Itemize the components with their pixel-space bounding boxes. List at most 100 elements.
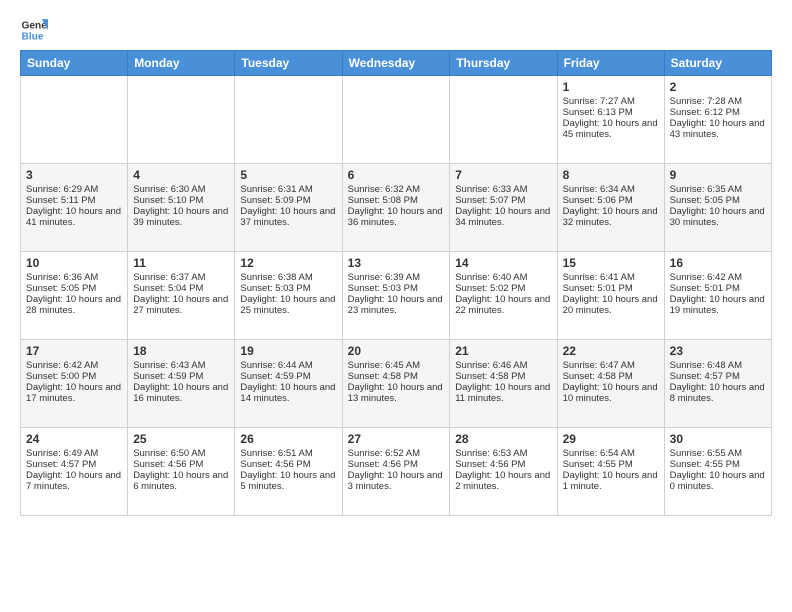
day-info: Sunrise: 6:54 AM	[563, 448, 659, 459]
day-info: Daylight: 10 hours and 39 minutes.	[133, 206, 229, 228]
day-info: Sunrise: 6:30 AM	[133, 184, 229, 195]
calendar-cell: 20Sunrise: 6:45 AMSunset: 4:58 PMDayligh…	[342, 340, 450, 428]
day-info: Sunset: 4:55 PM	[670, 459, 766, 470]
day-info: Sunset: 5:00 PM	[26, 371, 122, 382]
day-info: Sunset: 6:13 PM	[563, 107, 659, 118]
day-number: 29	[563, 432, 659, 446]
day-number: 3	[26, 168, 122, 182]
day-info: Sunrise: 6:36 AM	[26, 272, 122, 283]
calendar-cell: 30 Sunrise: 6:55 AMSunset: 4:55 PMDayligh…	[664, 428, 771, 516]
day-info: Sunrise: 6:38 AM	[240, 272, 336, 283]
day-info: Daylight: 10 hours and 8 minutes.	[670, 382, 766, 404]
day-info: Sunset: 5:11 PM	[26, 195, 122, 206]
calendar-cell	[235, 76, 342, 164]
day-number: 8	[563, 168, 659, 182]
calendar-cell: 18Sunrise: 6:43 AMSunset: 4:59 PMDayligh…	[128, 340, 235, 428]
day-info: Sunset: 4:59 PM	[240, 371, 336, 382]
calendar-cell: 22Sunrise: 6:47 AMSunset: 4:58 PMDayligh…	[557, 340, 664, 428]
calendar-cell: 25Sunrise: 6:50 AMSunset: 4:56 PMDayligh…	[128, 428, 235, 516]
calendar-cell: 28Sunrise: 6:53 AMSunset: 4:56 PMDayligh…	[450, 428, 557, 516]
calendar-cell: 29Sunrise: 6:54 AMSunset: 4:55 PMDayligh…	[557, 428, 664, 516]
calendar-cell: 2Sunrise: 7:28 AMSunset: 6:12 PMDaylight…	[664, 76, 771, 164]
day-info: Sunrise: 6:43 AM	[133, 360, 229, 371]
day-info: Sunset: 4:57 PM	[670, 371, 766, 382]
day-info: Sunset: 5:05 PM	[670, 195, 766, 206]
calendar-cell: 26Sunrise: 6:51 AMSunset: 4:56 PMDayligh…	[235, 428, 342, 516]
day-info: Sunrise: 6:42 AM	[26, 360, 122, 371]
calendar-cell: 15 Sunrise: 6:41 AMSunset: 5:01 PMDayligh…	[557, 252, 664, 340]
day-info: Sunrise: 6:51 AM	[240, 448, 336, 459]
weekday-header-sunday: Sunday	[21, 51, 128, 76]
calendar-cell: 10Sunrise: 6:36 AMSunset: 5:05 PMDayligh…	[21, 252, 128, 340]
day-info: Daylight: 10 hours and 6 minutes.	[133, 470, 229, 492]
weekday-header-saturday: Saturday	[664, 51, 771, 76]
day-info: Daylight: 10 hours and 28 minutes.	[26, 294, 122, 316]
day-info: Daylight: 10 hours and 20 minutes.	[563, 294, 659, 316]
day-number: 19	[240, 344, 336, 358]
day-info: Sunset: 4:59 PM	[133, 371, 229, 382]
day-number: 28	[455, 432, 551, 446]
day-info: Daylight: 10 hours and 30 minutes.	[670, 206, 766, 228]
day-number: 1	[563, 80, 659, 94]
day-number: 2	[670, 80, 766, 94]
day-info: Sunrise: 6:45 AM	[348, 360, 445, 371]
day-info: Daylight: 10 hours and 37 minutes.	[240, 206, 336, 228]
day-number: 7	[455, 168, 551, 182]
day-info: Sunrise: 6:44 AM	[240, 360, 336, 371]
day-info: Daylight: 10 hours and 34 minutes.	[455, 206, 551, 228]
calendar-cell: 16Sunrise: 6:42 AMSunset: 5:01 PMDayligh…	[664, 252, 771, 340]
day-info: Daylight: 10 hours and 10 minutes.	[563, 382, 659, 404]
day-info: Sunset: 4:58 PM	[563, 371, 659, 382]
calendar-cell: 1Sunrise: 7:27 AMSunset: 6:13 PMDaylight…	[557, 76, 664, 164]
calendar-cell: 12Sunrise: 6:38 AMSunset: 5:03 PMDayligh…	[235, 252, 342, 340]
day-info: Sunrise: 6:53 AM	[455, 448, 551, 459]
calendar-cell	[21, 76, 128, 164]
calendar-cell	[450, 76, 557, 164]
calendar-cell: 3Sunrise: 6:29 AMSunset: 5:11 PMDaylight…	[21, 164, 128, 252]
day-info: Daylight: 10 hours and 25 minutes.	[240, 294, 336, 316]
day-number: 24	[26, 432, 122, 446]
day-info: Sunset: 5:05 PM	[26, 283, 122, 294]
day-info: Sunrise: 6:47 AM	[563, 360, 659, 371]
day-info: Sunset: 5:01 PM	[670, 283, 766, 294]
day-info: Sunrise: 6:34 AM	[563, 184, 659, 195]
day-info: Daylight: 10 hours and 36 minutes.	[348, 206, 445, 228]
day-info: Daylight: 10 hours and 43 minutes.	[670, 118, 766, 140]
calendar-cell: 17Sunrise: 6:42 AMSunset: 5:00 PMDayligh…	[21, 340, 128, 428]
day-info: Sunset: 5:03 PM	[348, 283, 445, 294]
day-info: Sunset: 6:12 PM	[670, 107, 766, 118]
day-info: Daylight: 10 hours and 22 minutes.	[455, 294, 551, 316]
day-info: Sunrise: 6:46 AM	[455, 360, 551, 371]
day-info: Sunrise: 6:41 AM	[563, 272, 659, 283]
calendar-cell: 11Sunrise: 6:37 AMSunset: 5:04 PMDayligh…	[128, 252, 235, 340]
day-number: 14	[455, 256, 551, 270]
day-number: 30	[670, 432, 766, 446]
day-number: 20	[348, 344, 445, 358]
day-info: Sunrise: 6:40 AM	[455, 272, 551, 283]
day-info: Daylight: 10 hours and 14 minutes.	[240, 382, 336, 404]
day-info: Sunset: 5:03 PM	[240, 283, 336, 294]
day-number: 13	[348, 256, 445, 270]
day-info: Sunset: 5:08 PM	[348, 195, 445, 206]
day-number: 23	[670, 344, 766, 358]
day-info: Sunrise: 6:55 AM	[670, 448, 766, 459]
calendar-cell	[342, 76, 450, 164]
day-info: Daylight: 10 hours and 11 minutes.	[455, 382, 551, 404]
calendar-cell: 4Sunrise: 6:30 AMSunset: 5:10 PMDaylight…	[128, 164, 235, 252]
day-info: Daylight: 10 hours and 0 minutes.	[670, 470, 766, 492]
day-number: 25	[133, 432, 229, 446]
day-number: 11	[133, 256, 229, 270]
calendar-cell: 21Sunrise: 6:46 AMSunset: 4:58 PMDayligh…	[450, 340, 557, 428]
day-info: Sunset: 4:56 PM	[348, 459, 445, 470]
day-info: Sunrise: 6:35 AM	[670, 184, 766, 195]
day-info: Daylight: 10 hours and 1 minute.	[563, 470, 659, 492]
day-info: Daylight: 10 hours and 3 minutes.	[348, 470, 445, 492]
calendar-table: SundayMondayTuesdayWednesdayThursdayFrid…	[20, 50, 772, 516]
day-info: Daylight: 10 hours and 45 minutes.	[563, 118, 659, 140]
day-info: Sunset: 5:01 PM	[563, 283, 659, 294]
day-info: Sunrise: 6:29 AM	[26, 184, 122, 195]
day-info: Sunrise: 6:31 AM	[240, 184, 336, 195]
weekday-header-friday: Friday	[557, 51, 664, 76]
day-info: Daylight: 10 hours and 16 minutes.	[133, 382, 229, 404]
day-number: 15	[563, 256, 659, 270]
